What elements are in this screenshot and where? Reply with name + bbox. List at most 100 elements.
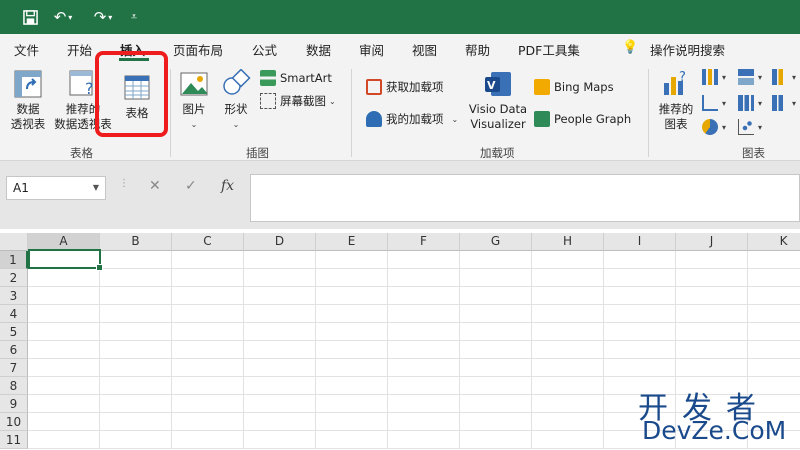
cell[interactable] [172,431,244,449]
cell[interactable] [532,251,604,269]
get-addins-button[interactable]: 获取加载项 [366,79,444,95]
cell[interactable] [748,323,800,341]
save-icon[interactable] [18,0,42,34]
tab-page-layout[interactable]: 页面布局 [173,40,223,59]
cell[interactable] [28,359,100,377]
cell[interactable] [316,395,388,413]
undo-icon[interactable]: ↶ ▾ [46,0,80,34]
row-header[interactable]: 2 [0,269,28,287]
tab-review[interactable]: 审阅 [359,40,384,59]
cell[interactable] [748,359,800,377]
cell[interactable] [100,305,172,323]
my-addins-button[interactable]: 我的加载项 ⌄ [366,111,458,127]
row-header[interactable]: 6 [0,341,28,359]
cell[interactable] [100,395,172,413]
cell[interactable] [100,251,172,269]
cell[interactable] [172,323,244,341]
cell[interactable] [244,323,316,341]
cell[interactable] [748,305,800,323]
cell[interactable] [316,251,388,269]
cell[interactable] [172,269,244,287]
cell[interactable] [316,341,388,359]
cell[interactable] [460,341,532,359]
cell[interactable] [244,269,316,287]
select-all-corner[interactable] [0,233,28,251]
cell[interactable] [748,341,800,359]
insert-function-icon[interactable]: fx [221,178,234,194]
tab-data[interactable]: 数据 [306,40,331,59]
column-header[interactable]: D [244,233,316,251]
cell[interactable] [244,413,316,431]
cell[interactable] [748,269,800,287]
cell[interactable] [316,305,388,323]
cell[interactable] [532,431,604,449]
row-header[interactable]: 4 [0,305,28,323]
cell[interactable] [244,341,316,359]
cell[interactable] [388,377,460,395]
tab-help[interactable]: 帮助 [465,40,490,59]
column-header[interactable]: C [172,233,244,251]
row-header[interactable]: 5 [0,323,28,341]
hierarchy-chart-button[interactable]: ▾ [738,69,762,85]
formula-input[interactable] [250,174,800,222]
cell[interactable] [28,305,100,323]
cell[interactable] [532,287,604,305]
cell[interactable] [388,305,460,323]
combo-chart-button[interactable]: ▾ [772,95,796,111]
column-header[interactable]: J [676,233,748,251]
cell[interactable] [532,359,604,377]
cell[interactable] [676,305,748,323]
cell[interactable] [172,413,244,431]
cell[interactable] [388,251,460,269]
row-header[interactable]: 1 [0,251,28,269]
cell[interactable] [100,323,172,341]
column-header[interactable]: G [460,233,532,251]
cell[interactable] [460,251,532,269]
cell[interactable] [388,269,460,287]
cell[interactable] [532,305,604,323]
waterfall-chart-button[interactable]: ▾ [772,69,796,85]
row-header[interactable]: 8 [0,377,28,395]
cell[interactable] [388,323,460,341]
cell[interactable] [460,269,532,287]
column-header[interactable]: I [604,233,676,251]
cell[interactable] [388,413,460,431]
cell[interactable] [532,341,604,359]
cell[interactable] [28,431,100,449]
pivot-table-button[interactable]: 数据 透视表 [8,69,48,132]
enter-icon[interactable]: ✓ [185,178,197,194]
statistic-chart-button[interactable]: ▾ [738,95,762,111]
tab-home[interactable]: 开始 [67,40,92,59]
cell[interactable] [388,359,460,377]
cell[interactable] [172,377,244,395]
column-header[interactable]: E [316,233,388,251]
cell[interactable] [532,395,604,413]
row-header[interactable]: 7 [0,359,28,377]
cell[interactable] [316,431,388,449]
cell[interactable] [532,269,604,287]
cell[interactable] [676,341,748,359]
cell[interactable] [172,305,244,323]
cell[interactable] [100,431,172,449]
smartart-button[interactable]: SmartArt [260,70,332,86]
cell[interactable] [748,287,800,305]
column-header[interactable]: K [748,233,800,251]
cell[interactable] [28,287,100,305]
cell[interactable] [28,395,100,413]
cell[interactable] [244,287,316,305]
cell[interactable] [28,377,100,395]
cell[interactable] [244,431,316,449]
cell[interactable] [676,251,748,269]
cell[interactable] [604,341,676,359]
tab-pdf-tools[interactable]: PDF工具集 [518,40,580,59]
pictures-button[interactable]: 图片 ⌄ [178,69,210,132]
cell[interactable] [172,341,244,359]
cell[interactable] [676,359,748,377]
recommended-charts-button[interactable]: ? 推荐的 图表 [656,69,696,132]
cell[interactable] [388,395,460,413]
cell[interactable] [100,413,172,431]
cell[interactable] [388,287,460,305]
cell[interactable] [28,269,100,287]
cell[interactable] [460,359,532,377]
cell[interactable] [676,287,748,305]
